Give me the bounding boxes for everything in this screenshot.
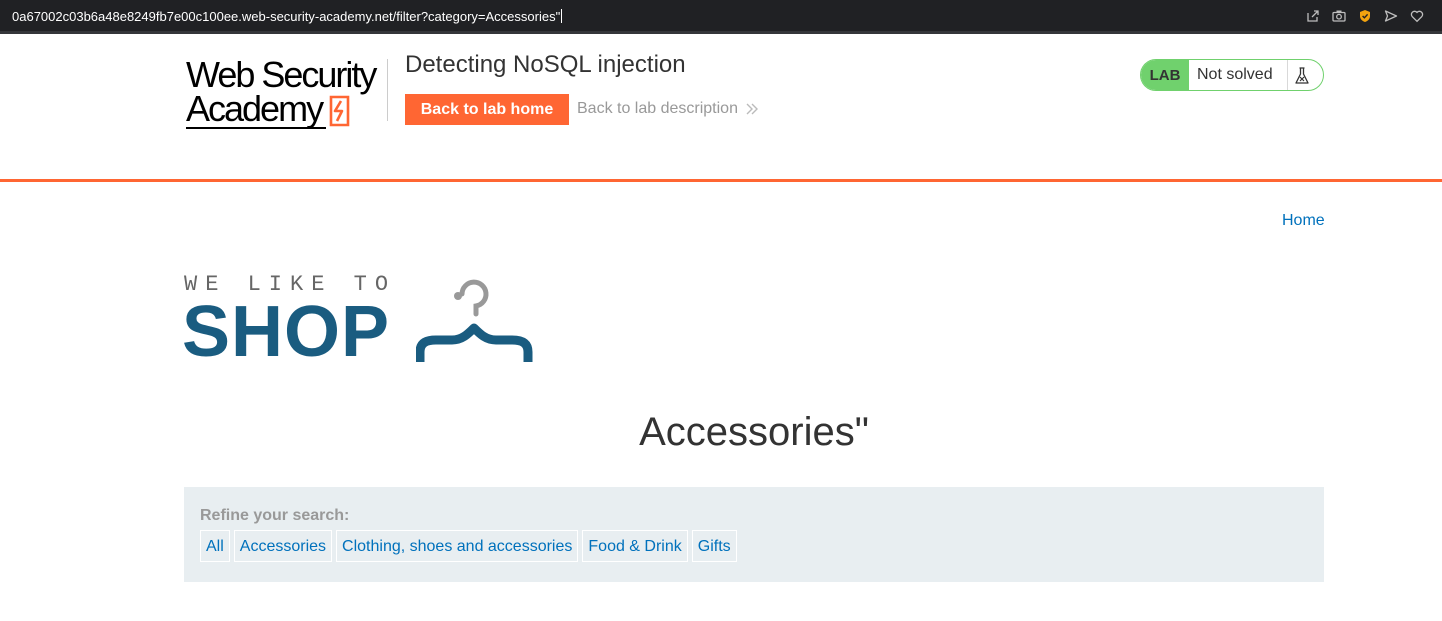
lab-status-text: Not solved <box>1197 66 1273 83</box>
filter-panel: Refine your search: All Accessories Clot… <box>184 487 1324 582</box>
flask-icon <box>1295 67 1309 84</box>
shield-icon[interactable] <box>1358 9 1372 23</box>
text-caret <box>561 9 563 23</box>
shop-logo-word: SHOP <box>182 292 391 372</box>
browser-url-bar[interactable]: 0a67002c03b6a48e8249fb7e00c100ee.web-sec… <box>0 0 1442 34</box>
category-heading: Accessories" <box>639 410 869 454</box>
back-to-lab-home-button[interactable]: Back to lab home <box>405 94 569 125</box>
filter-item-food-drink[interactable]: Food & Drink <box>582 530 688 562</box>
filter-item-all[interactable]: All <box>200 530 230 562</box>
filter-item-gifts[interactable]: Gifts <box>691 530 737 562</box>
url-input[interactable]: 0a67002c03b6a48e8249fb7e00c100ee.web-sec… <box>12 9 563 24</box>
clothes-hanger-icon <box>416 279 533 362</box>
heart-icon[interactable] <box>1410 9 1424 23</box>
lab-status-divider <box>1287 60 1288 90</box>
lab-status-widget: LAB Not solved <box>1140 59 1324 91</box>
url-text: 0a67002c03b6a48e8249fb7e00c100ee.web-sec… <box>12 9 561 24</box>
filter-list: All Accessories Clothing, shoes and acce… <box>200 530 737 562</box>
web-security-academy-logo[interactable]: Web Security Academy <box>186 57 386 129</box>
shop-logo: WE LIKE TO SHOP <box>182 268 544 372</box>
logo-line2: Academy <box>186 88 324 129</box>
camera-icon[interactable] <box>1332 9 1346 23</box>
home-link[interactable]: Home <box>1282 212 1325 230</box>
url-bar-actions <box>1306 9 1424 23</box>
share-icon[interactable] <box>1306 9 1320 23</box>
academy-mark-icon <box>329 95 350 127</box>
filter-item-clothing[interactable]: Clothing, shoes and accessories <box>336 530 579 562</box>
lab-status-tag: LAB <box>1141 60 1189 90</box>
lab-title: Detecting NoSQL injection <box>405 51 686 78</box>
back-to-lab-description-link[interactable]: Back to lab description <box>577 100 738 118</box>
double-chevron-right-icon <box>746 103 758 115</box>
logo-underline <box>186 127 326 129</box>
send-icon[interactable] <box>1384 9 1398 23</box>
filter-label: Refine your search: <box>200 507 350 524</box>
filter-item-accessories[interactable]: Accessories <box>233 530 333 562</box>
header-divider <box>387 59 388 121</box>
lab-header: Web Security Academy Detecting NoSQL inj… <box>0 37 1442 182</box>
